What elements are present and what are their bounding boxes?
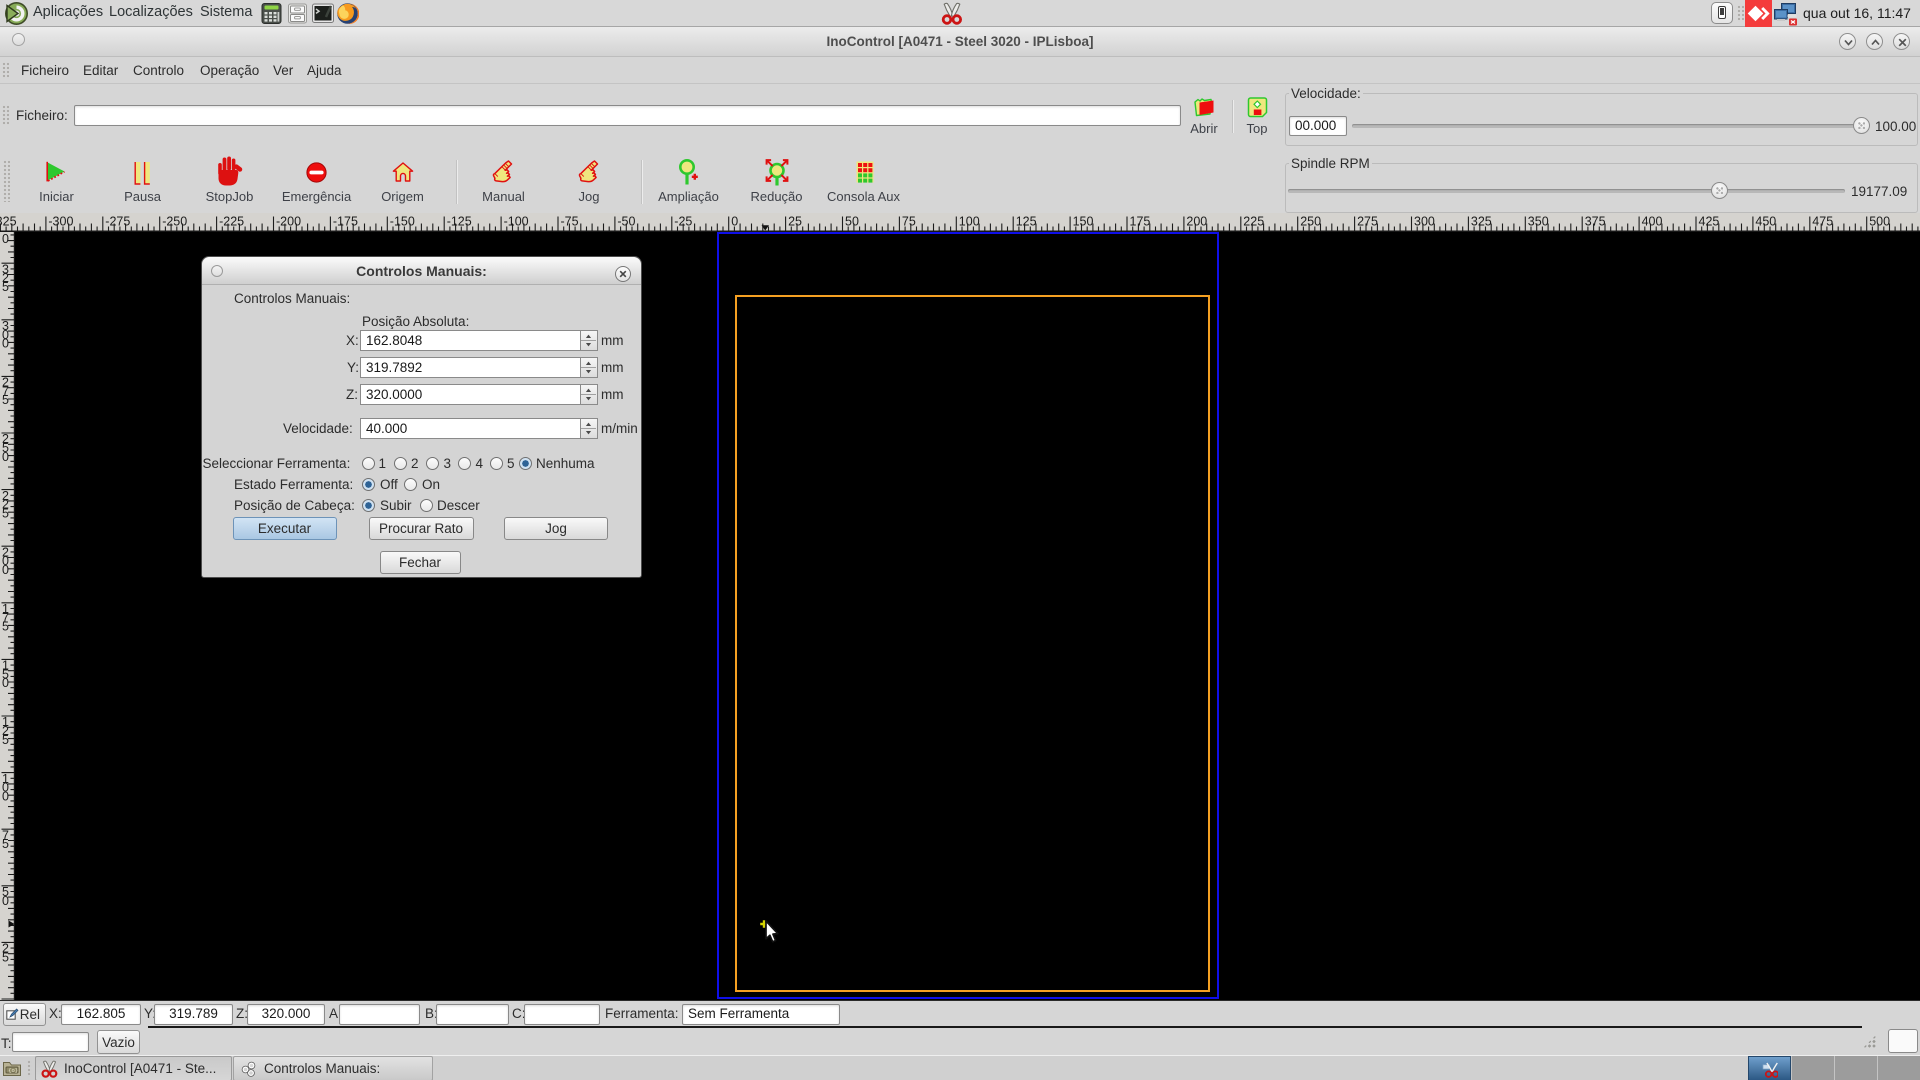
svg-text:50: 50 <box>845 215 859 229</box>
svg-text:500: 500 <box>1869 215 1890 229</box>
svg-text:400: 400 <box>1642 215 1663 229</box>
svg-text:350: 350 <box>1528 215 1549 229</box>
svg-text:450: 450 <box>1755 215 1776 229</box>
svg-text:0: 0 <box>2 789 9 803</box>
svg-text:0: 0 <box>2 676 9 690</box>
svg-text:-50: -50 <box>617 215 635 229</box>
svg-text:5: 5 <box>2 506 9 520</box>
svg-text:-125: -125 <box>447 215 472 229</box>
svg-text:275: 275 <box>1357 215 1378 229</box>
svg-text:-100: -100 <box>504 215 529 229</box>
svg-text:5: 5 <box>2 950 9 964</box>
svg-text:425: 425 <box>1699 215 1720 229</box>
svg-text:200: 200 <box>1186 215 1207 229</box>
svg-text:-300: -300 <box>48 215 73 229</box>
svg-text:0: 0 <box>2 563 9 577</box>
svg-text:175: 175 <box>1130 215 1151 229</box>
svg-text:-225: -225 <box>219 215 244 229</box>
svg-text:-25: -25 <box>674 215 692 229</box>
svg-text:-150: -150 <box>390 215 415 229</box>
svg-text:-275: -275 <box>105 215 130 229</box>
svg-text:5: 5 <box>2 837 9 851</box>
svg-text:250: 250 <box>1300 215 1321 229</box>
svg-text:0: 0 <box>2 337 9 351</box>
svg-text:5: 5 <box>2 620 9 634</box>
svg-text:{o}: {o} <box>8 1067 18 1074</box>
svg-text:-75: -75 <box>561 215 579 229</box>
svg-text:150: 150 <box>1073 215 1094 229</box>
svg-text:300: 300 <box>1414 215 1435 229</box>
svg-text:-175: -175 <box>333 215 358 229</box>
svg-text:325: 325 <box>1471 215 1492 229</box>
svg-text:5: 5 <box>2 280 9 294</box>
svg-text:375: 375 <box>1585 215 1606 229</box>
svg-text:0: 0 <box>2 232 9 246</box>
svg-text:0: 0 <box>2 450 9 464</box>
svg-text:75: 75 <box>902 215 916 229</box>
svg-text:100: 100 <box>959 215 980 229</box>
svg-text:125: 125 <box>1016 215 1037 229</box>
svg-text:225: 225 <box>1243 215 1264 229</box>
svg-text:5: 5 <box>2 393 9 407</box>
svg-text:0: 0 <box>731 215 738 229</box>
svg-text:0: 0 <box>2 894 9 908</box>
svg-text:-200: -200 <box>276 215 301 229</box>
svg-text:-250: -250 <box>162 215 187 229</box>
svg-text:5: 5 <box>2 733 9 747</box>
svg-text:475: 475 <box>1812 215 1833 229</box>
svg-text:25: 25 <box>788 215 802 229</box>
svg-text:-325: -325 <box>0 215 17 229</box>
